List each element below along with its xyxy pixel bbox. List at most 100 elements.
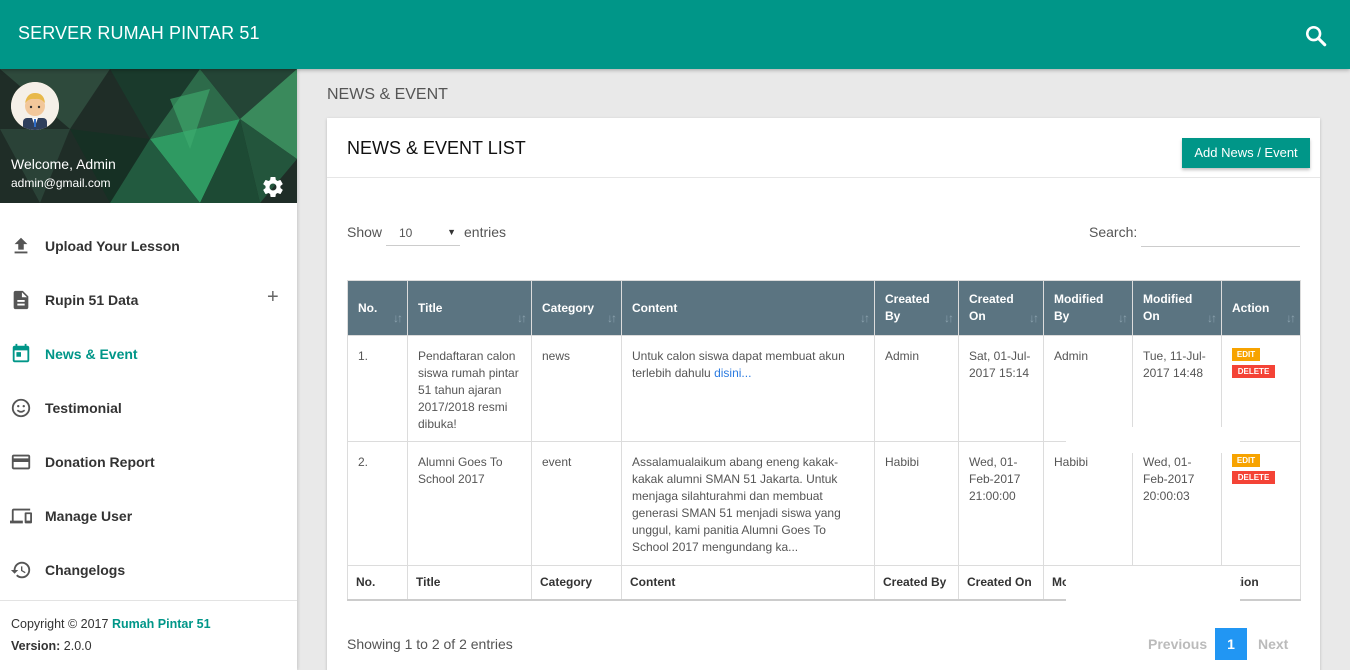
redaction-overlay	[1066, 427, 1240, 453]
column-header-no[interactable]: No. ↓↑	[347, 280, 408, 336]
entries-label: entries	[464, 224, 507, 240]
cell-content: Assalamualaikum abang eneng kakak-kakak …	[621, 441, 875, 566]
cell-modified-on: Wed, 01-Feb-2017 20:00:03	[1132, 441, 1222, 566]
expand-icon[interactable]: +	[267, 286, 279, 309]
sidebar-item-upload-lesson[interactable]: Upload Your Lesson	[0, 220, 297, 274]
edit-button[interactable]: EDIT	[1232, 454, 1260, 467]
header-label: Created	[969, 292, 1014, 306]
sort-icon: ↓↑	[1118, 311, 1128, 325]
card-title: NEWS & EVENT LIST	[347, 138, 526, 158]
header-label: Modified	[1143, 292, 1193, 306]
column-header-action[interactable]: Action ↓↑	[1221, 280, 1301, 336]
upload-icon	[10, 235, 32, 257]
copyright-text: Copyright © 2017	[11, 617, 112, 631]
header-label: No.	[358, 300, 378, 315]
delete-button[interactable]: DELETE	[1232, 365, 1275, 378]
sidebar-item-changelogs[interactable]: Changelogs	[0, 544, 297, 598]
column-header-created-by[interactable]: Created By ↓↑	[874, 280, 959, 336]
sidebar-item-label: Rupin 51 Data	[45, 292, 139, 308]
sidebar-item-news-event[interactable]: News & Event	[0, 328, 297, 382]
cell-modified-by: Admin	[1043, 335, 1133, 442]
header-label: By	[885, 309, 901, 323]
sidebar-item-donation-report[interactable]: Donation Report	[0, 436, 297, 490]
table-row: 1. Pendaftaran calon siswa rumah pintar …	[347, 335, 1301, 442]
app-title[interactable]: SERVER RUMAH PINTAR 51	[18, 23, 260, 44]
sidebar-item-label: Donation Report	[45, 454, 155, 470]
sidebar-item-label: Changelogs	[45, 562, 126, 578]
header-label: By	[1054, 309, 1070, 323]
header-label: On	[1143, 309, 1160, 323]
next-page-button[interactable]: Next	[1258, 636, 1288, 652]
cell-modified-on: Tue, 11-Jul-2017 14:48	[1132, 335, 1222, 442]
sidebar-item-label: Manage User	[45, 508, 133, 524]
page-length-value: 10	[399, 226, 413, 240]
column-header-created-on[interactable]: Created On ↓↑	[958, 280, 1044, 336]
edit-button[interactable]: EDIT	[1232, 348, 1260, 361]
sort-icon: ↓↑	[1207, 311, 1217, 325]
sidebar-item-testimonial[interactable]: Testimonial	[0, 382, 297, 436]
history-icon	[10, 559, 32, 581]
sidebar-item-rupin-data[interactable]: Rupin 51 Data +	[0, 274, 297, 328]
sort-icon: ↓↑	[607, 311, 617, 325]
smiley-icon	[10, 397, 32, 419]
avatar[interactable]	[11, 82, 59, 130]
header-label: Modified	[1054, 292, 1104, 306]
header-label: Content	[632, 300, 678, 315]
version: Version: 2.0.0	[11, 639, 286, 653]
top-bar: SERVER RUMAH PINTAR 51	[0, 0, 1350, 69]
column-header-title[interactable]: Title ↓↑	[407, 280, 532, 336]
search-input[interactable]	[1141, 220, 1300, 247]
cell-created-on: Sat, 01-Jul-2017 15:14	[958, 335, 1044, 442]
cell-no: 2.	[347, 441, 408, 566]
column-header-modified-by[interactable]: Modified By ↓↑	[1043, 280, 1133, 336]
previous-page-button[interactable]: Previous	[1148, 636, 1207, 652]
read-more-link[interactable]: disini...	[714, 366, 751, 380]
column-header-content[interactable]: Content ↓↑	[621, 280, 875, 336]
footer-created-by: Created By	[874, 565, 959, 601]
page-title: NEWS & EVENT	[327, 86, 448, 103]
dropdown-caret-icon: ▼	[447, 227, 456, 237]
page-1-button[interactable]: 1	[1215, 628, 1247, 660]
document-icon	[10, 289, 32, 311]
sort-icon: ↓↑	[944, 311, 954, 325]
cell-action: EDIT DELETE	[1221, 441, 1301, 566]
footer-created-on: Created On	[958, 565, 1044, 601]
sidebar-item-label: Upload Your Lesson	[45, 238, 180, 254]
footer-category: Category	[531, 565, 622, 601]
devices-icon	[10, 505, 32, 527]
page-length-select[interactable]: 10 ▼	[386, 220, 460, 246]
table-row: 2. Alumni Goes To School 2017 event Assa…	[347, 441, 1301, 566]
sort-icon: ↓↑	[1029, 311, 1039, 325]
header-label: Title	[418, 300, 443, 315]
footer-content: Content	[621, 565, 875, 601]
add-news-event-button[interactable]: Add News / Event	[1182, 138, 1310, 168]
brand-link[interactable]: Rumah Pintar 51	[112, 617, 211, 631]
calendar-icon	[10, 343, 32, 365]
sort-icon: ↓↑	[517, 311, 527, 325]
sidebar-footer: Copyright © 2017 Rumah Pintar 51 Version…	[0, 600, 297, 653]
sort-icon: ↓↑	[1286, 311, 1296, 325]
cell-title: Pendaftaran calon siswa rumah pintar 51 …	[407, 335, 532, 442]
footer-title: Title	[407, 565, 532, 601]
version-value: 2.0.0	[60, 639, 92, 653]
sidebar-item-label: Testimonial	[45, 400, 122, 416]
cell-created-on: Wed, 01-Feb-2017 21:00:00	[958, 441, 1044, 566]
copyright: Copyright © 2017 Rumah Pintar 51	[11, 617, 286, 631]
sidebar-item-manage-user[interactable]: Manage User	[0, 490, 297, 544]
cell-created-by: Habibi	[874, 441, 959, 566]
search-icon[interactable]	[1302, 22, 1330, 50]
welcome-text: Welcome, Admin	[11, 156, 116, 172]
delete-button[interactable]: DELETE	[1232, 471, 1275, 484]
sort-icon: ↓↑	[860, 311, 870, 325]
redaction-overlay	[1066, 566, 1240, 604]
header-label: Action	[1232, 300, 1270, 315]
header-label: Created	[885, 292, 930, 306]
column-header-modified-on[interactable]: Modified On ↓↑	[1132, 280, 1222, 336]
column-header-category[interactable]: Category ↓↑	[531, 280, 622, 336]
sidebar: Welcome, Admin admin@gmail.com Upload Yo…	[0, 69, 297, 670]
news-event-card: NEWS & EVENT LIST Add News / Event Show …	[327, 118, 1320, 670]
cell-title: Alumni Goes To School 2017	[407, 441, 532, 566]
gear-icon[interactable]	[261, 175, 285, 199]
footer-no: No.	[347, 565, 408, 601]
search-label: Search:	[1089, 224, 1138, 240]
